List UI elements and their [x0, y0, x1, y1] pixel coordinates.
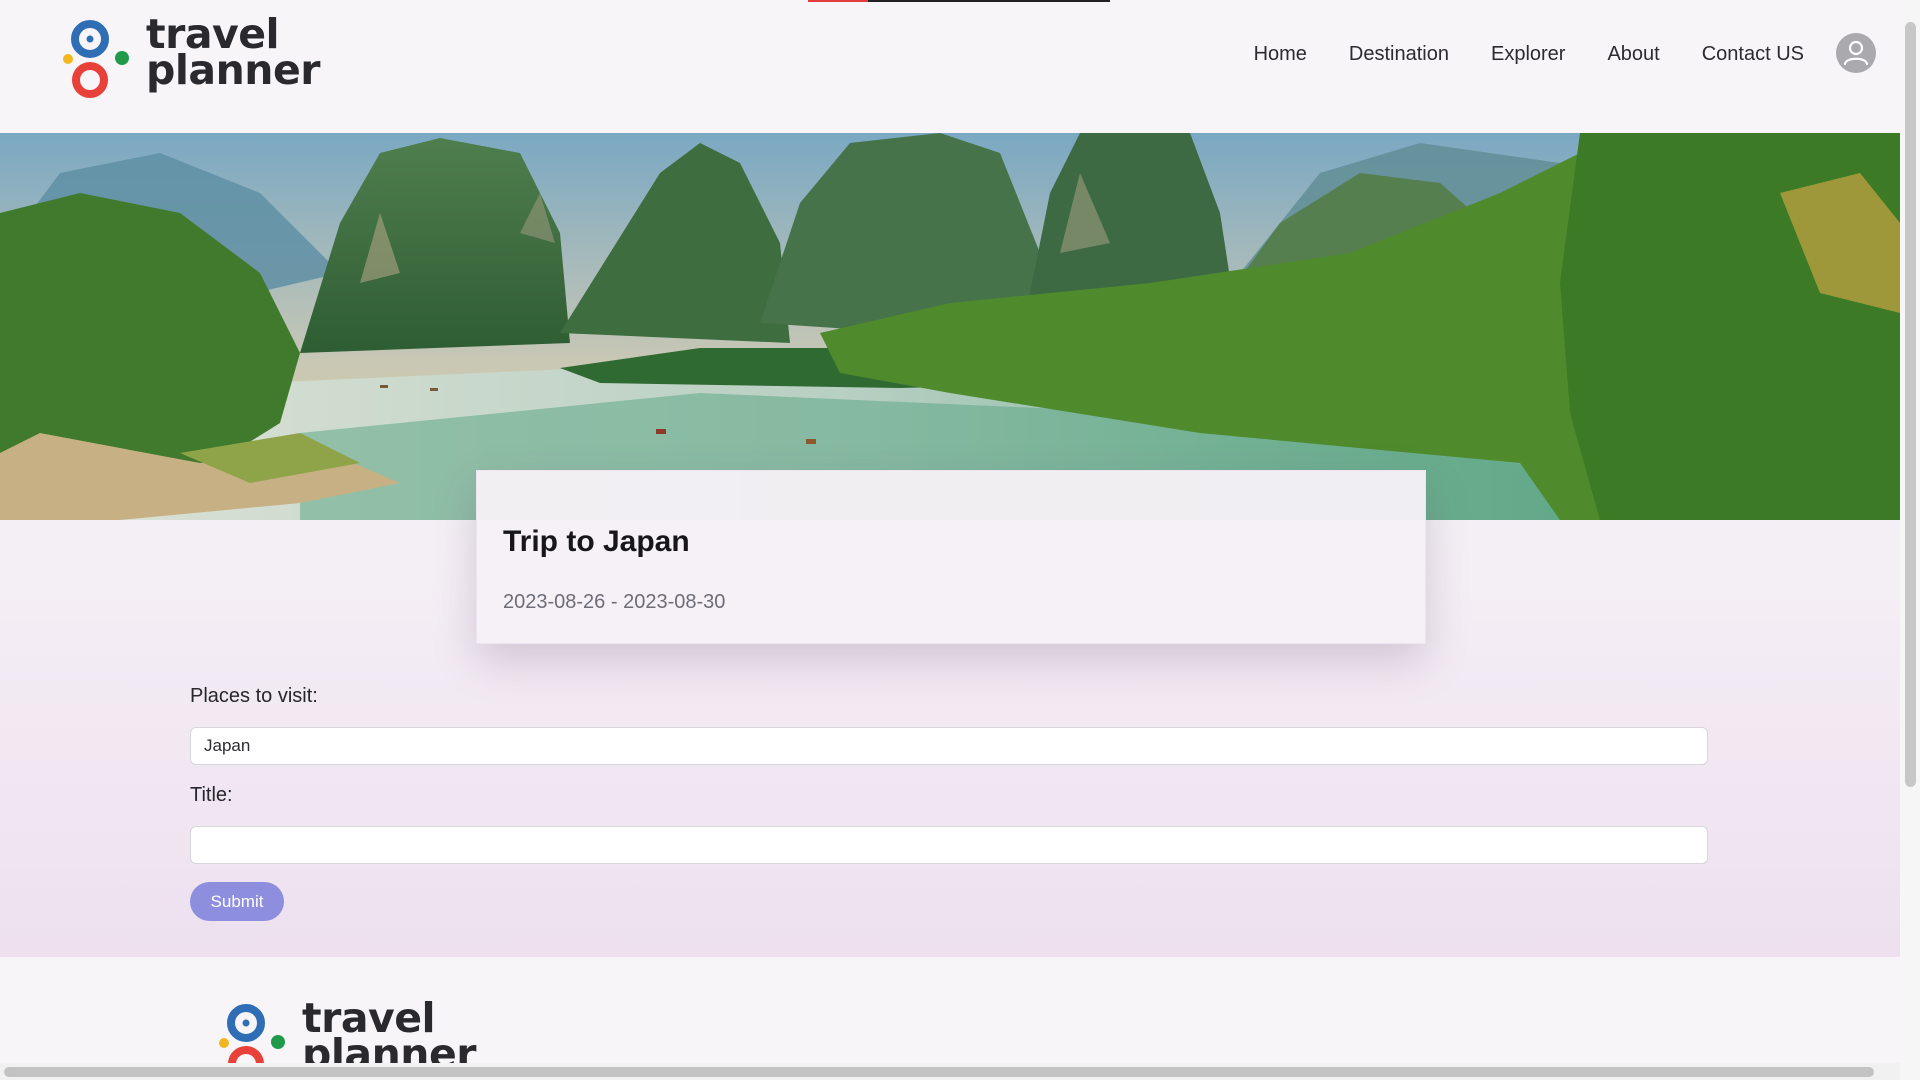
nav-destination[interactable]: Destination	[1349, 43, 1449, 66]
page-viewport: travel planner Home Destination Explorer…	[0, 0, 1900, 1063]
user-icon	[1843, 40, 1869, 66]
trip-title: Trip to Japan	[503, 525, 690, 558]
logo-mark-icon	[63, 20, 129, 98]
footer-logo-line-2: planner	[302, 1030, 476, 1064]
nav-explorer[interactable]: Explorer	[1491, 43, 1565, 66]
vertical-scrollbar-thumb[interactable]	[1905, 22, 1916, 787]
logo-wordmark: travel planner	[146, 14, 320, 94]
submit-button[interactable]: Submit	[190, 882, 284, 921]
footer-logo[interactable]: travel planner	[218, 998, 478, 1064]
places-label: Places to visit:	[190, 685, 318, 707]
site-footer: travel planner	[0, 957, 1900, 1063]
nav-contact[interactable]: Contact US	[1702, 43, 1804, 66]
horizontal-scrollbar[interactable]	[0, 1063, 1900, 1080]
title-label: Title:	[190, 784, 233, 806]
hero-landscape-image	[0, 133, 1900, 520]
footer-wordmark: travel planner	[302, 998, 476, 1064]
hero-banner	[0, 133, 1900, 520]
nav-about[interactable]: About	[1607, 43, 1659, 66]
trip-summary-card: Trip to Japan 2023-08-26 - 2023-08-30	[476, 470, 1426, 644]
places-input[interactable]	[190, 727, 1708, 765]
user-avatar-button[interactable]	[1836, 33, 1876, 73]
site-header: travel planner Home Destination Explorer…	[0, 0, 1900, 133]
main-nav: Home Destination Explorer About Contact …	[1212, 32, 1804, 76]
horizontal-scrollbar-thumb[interactable]	[4, 1067, 1874, 1077]
title-input[interactable]	[190, 826, 1708, 864]
trip-date-range: 2023-08-26 - 2023-08-30	[503, 591, 726, 613]
logo-line-2: planner	[146, 46, 320, 94]
vertical-scrollbar[interactable]	[1900, 0, 1920, 1080]
footer-logo-mark-icon	[219, 1004, 285, 1063]
page-loading-bar	[808, 0, 1110, 2]
nav-home[interactable]: Home	[1254, 43, 1307, 66]
site-logo[interactable]: travel planner	[62, 14, 322, 98]
